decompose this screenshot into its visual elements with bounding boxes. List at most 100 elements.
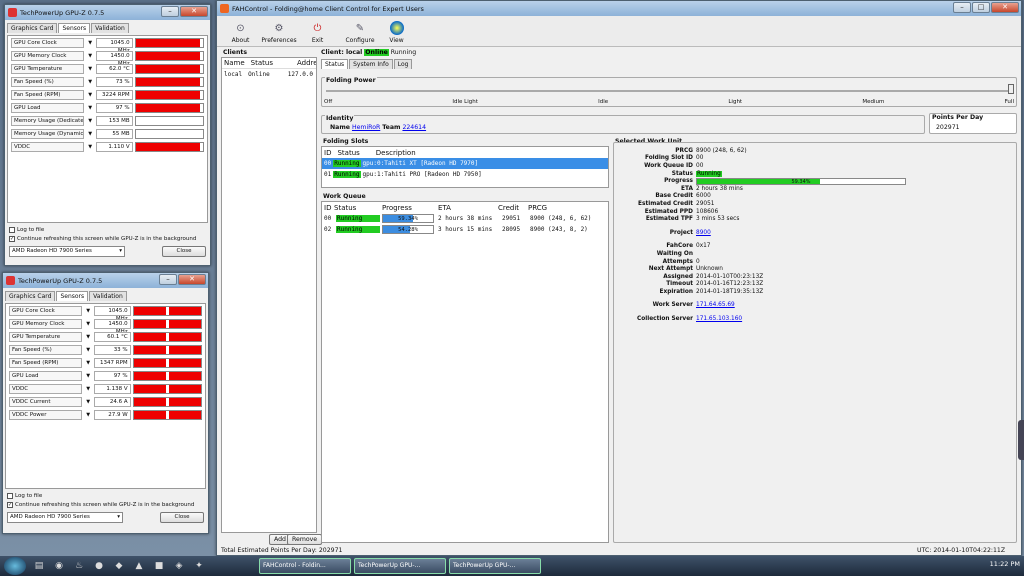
gpu-select[interactable]: AMD Radeon HD 7900 Series — [9, 246, 125, 257]
firefox-icon[interactable]: ● — [92, 560, 106, 572]
continue-refresh-checkbox[interactable]: ✓ Continue refreshing this screen while G… — [7, 500, 204, 509]
sensor-row: VDDC ▼ 1.110 V — [8, 140, 207, 153]
wu-est-tpf: Estimated TPF 3 mins 53 secs — [645, 216, 740, 223]
sensor-label: GPU Memory Clock — [9, 318, 83, 329]
clock[interactable]: 11:22 PM — [990, 560, 1020, 568]
wu-project[interactable]: Project 8900 — [614, 229, 1014, 237]
chevron-down-icon[interactable]: ▼ — [84, 399, 92, 405]
fahcontrol-window: FAHControl - Folding@home Client Control… — [216, 0, 1022, 556]
chevron-down-icon[interactable]: ▼ — [86, 79, 94, 85]
identity-group: Identity Name HemiRoR Team 224614 — [321, 115, 925, 134]
fah-app-icon — [220, 4, 229, 13]
tab-sensors[interactable]: Sensors — [58, 23, 91, 33]
chevron-down-icon[interactable]: ▼ — [84, 373, 92, 379]
tab-validation[interactable]: Validation — [89, 291, 127, 301]
folding-power-slider[interactable] — [326, 90, 1012, 92]
app-icon[interactable]: ◈ — [172, 560, 186, 572]
sensor-value: 1450.0 MHz — [93, 318, 131, 335]
gpuz-1-titlebar[interactable]: TechPowerUp GPU-Z 0.7.5 – ✕ — [5, 5, 210, 20]
configure-button[interactable]: ✎ Configure — [343, 18, 377, 44]
chrome-icon[interactable]: ◉ — [52, 560, 66, 572]
fah-titlebar[interactable]: FAHControl - Folding@home Client Control… — [217, 1, 1021, 16]
close-icon[interactable]: ✕ — [178, 274, 206, 285]
sensor-graph — [132, 331, 203, 342]
app-icon[interactable]: ▲ — [132, 560, 146, 572]
task-fahcontrol[interactable]: FAHControl - Foldin... — [259, 558, 351, 574]
chevron-down-icon[interactable]: ▼ — [86, 53, 94, 59]
continue-refresh-checkbox[interactable]: ✓ Continue refreshing this screen while G… — [9, 234, 206, 243]
about-button[interactable]: ⊙ About — [225, 18, 256, 44]
app-icon[interactable]: ■ — [152, 560, 166, 572]
tab-graphics-card[interactable]: Graphics Card — [5, 291, 56, 301]
tab-status[interactable]: Status — [321, 59, 349, 69]
work-queue-table: ID Status Progress ETA Credit PRCG 00 Running 5… — [321, 201, 609, 543]
tab-validation[interactable]: Validation — [91, 23, 129, 33]
app-icon[interactable]: ✦ — [192, 560, 206, 572]
queue-row[interactable]: 00 Running 59.34% 2 hours 38 mins 29051 8900 … — [322, 213, 608, 224]
chevron-down-icon[interactable]: ▼ — [84, 360, 92, 366]
slot-row[interactable]: 00 Running gpu:0:Tahiti XT [Radeon HD 7970… — [322, 158, 608, 169]
minimize-icon[interactable]: – — [161, 6, 179, 17]
queue-row[interactable]: 02 Running 54.28% 3 hours 15 mins 28095 8900 … — [322, 224, 608, 235]
close-button[interactable]: Close — [160, 512, 204, 523]
log-to-file-checkbox[interactable]: Log to file — [9, 225, 206, 234]
client-row[interactable]: local Online 127.0.0 — [222, 69, 316, 80]
close-icon[interactable]: ✕ — [180, 6, 208, 17]
chevron-down-icon[interactable]: ▼ — [86, 131, 94, 137]
steam-icon[interactable]: ♨ — [72, 560, 86, 572]
desktop-gadget-handle[interactable] — [1018, 420, 1024, 460]
task-gpuz-1[interactable]: TechPowerUp GPU-... — [354, 558, 446, 574]
chevron-down-icon[interactable]: ▼ — [86, 66, 94, 72]
chevron-down-icon[interactable]: ▼ — [84, 347, 92, 353]
gpu-select[interactable]: AMD Radeon HD 7900 Series — [7, 512, 123, 523]
start-button[interactable] — [4, 557, 26, 575]
chevron-down-icon[interactable]: ▼ — [84, 334, 92, 340]
explorer-icon[interactable]: ▤ — [32, 560, 46, 572]
col-name[interactable]: Name — [224, 59, 245, 67]
chevron-down-icon[interactable]: ▼ — [84, 321, 92, 327]
remove-client-button[interactable]: Remove — [287, 534, 323, 545]
chevron-down-icon[interactable]: ▼ — [86, 105, 94, 111]
col-status[interactable]: Status — [251, 59, 273, 67]
exit-button[interactable]: ⏻ Exit — [302, 18, 333, 44]
chevron-down-icon[interactable]: ▼ — [86, 118, 94, 124]
sensor-graph — [134, 50, 205, 61]
maximize-icon[interactable]: □ — [972, 2, 990, 13]
gpuz-2-titlebar[interactable]: TechPowerUp GPU-Z 0.7.5 – ✕ — [3, 273, 208, 288]
task-gpuz-2[interactable]: TechPowerUp GPU-... — [449, 558, 541, 574]
slot-row[interactable]: 01 Running gpu:1:Tahiti PRO [Radeon HD 795… — [322, 169, 608, 180]
graph-bar — [133, 358, 166, 367]
exit-icon: ⏻ — [313, 23, 322, 34]
col-address[interactable]: Address — [297, 59, 316, 67]
sensor-graph — [132, 370, 203, 381]
wu-work-server[interactable]: Work Server 171.64.65.69 — [614, 302, 1014, 310]
chevron-down-icon[interactable]: ▼ — [84, 412, 92, 418]
tab-log[interactable]: Log — [393, 59, 413, 69]
power-label: Medium — [862, 99, 885, 105]
preferences-button[interactable]: ⚙ Preferences — [260, 18, 298, 44]
minimize-icon[interactable]: – — [159, 274, 177, 285]
wu-waiting: Waiting On — [656, 250, 693, 257]
chevron-down-icon[interactable]: ▼ — [86, 92, 94, 98]
identity-name[interactable]: HemiRoR — [352, 124, 380, 131]
sensor-label: GPU Load — [11, 102, 85, 113]
sensor-row: GPU Memory Clock▼1450.0 MHz — [8, 49, 207, 67]
tab-graphics-card[interactable]: Graphics Card — [7, 23, 58, 33]
chevron-down-icon[interactable]: ▼ — [84, 386, 92, 392]
identity-team[interactable]: 224614 — [402, 124, 426, 131]
close-icon[interactable]: ✕ — [991, 2, 1019, 13]
view-button[interactable]: View — [381, 18, 412, 44]
chevron-down-icon[interactable]: ▼ — [84, 308, 92, 314]
minimize-icon[interactable]: – — [953, 2, 971, 13]
close-button[interactable]: Close — [162, 246, 206, 257]
chevron-down-icon[interactable]: ▼ — [86, 40, 94, 46]
wu-coll-server[interactable]: Collection Server 171.65.103.160 — [614, 315, 1014, 323]
taskbar: ▤ ◉ ♨ ● ◆ ▲ ■ ◈ ✦ FAHControl - Foldin...… — [0, 556, 1024, 576]
chevron-down-icon[interactable]: ▼ — [86, 144, 94, 150]
slider-handle[interactable] — [1008, 84, 1014, 94]
tab-system-info[interactable]: System Info — [349, 59, 393, 69]
sensor-graph — [134, 128, 205, 139]
app-icon[interactable]: ◆ — [112, 560, 126, 572]
tab-sensors[interactable]: Sensors — [56, 291, 89, 301]
log-to-file-checkbox[interactable]: Log to file — [7, 491, 204, 500]
